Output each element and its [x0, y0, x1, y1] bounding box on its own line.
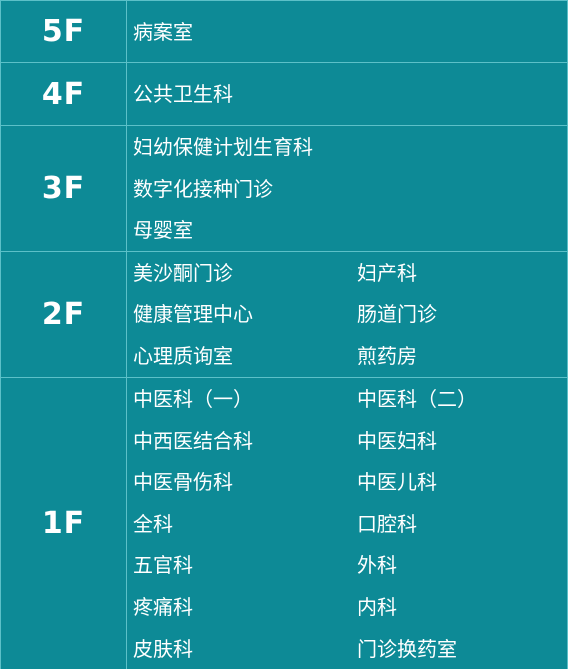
floor-row-5f: 5F 病案室 [0, 0, 568, 63]
floor-row-1f: 1F 中医科（一） 中医科（二） 中西医结合科 中医妇科 中医骨伤科 中医儿科 … [0, 376, 568, 669]
floor-row-3f: 3F 妇幼保健计划生育科 数字化接种门诊 母婴室 [0, 125, 568, 252]
department-list: 中医科（一） 中医科（二） 中西医结合科 中医妇科 中医骨伤科 中医儿科 全科 … [126, 376, 568, 669]
department-item: 中西医结合科 [133, 428, 253, 453]
department-item: 肠道门诊 [357, 302, 437, 327]
department-item: 美沙酮门诊 [133, 260, 233, 285]
floor-directory-table: 5F 病案室 4F 公共卫生科 3F 妇幼保健计划生育科 数字化接种门诊 母婴室… [0, 0, 568, 669]
floor-label: 3F [0, 125, 127, 252]
floor-row-2f: 2F 美沙酮门诊 妇产科 健康管理中心 肠道门诊 心理质询室 煎药房 [0, 251, 568, 378]
department-list: 病案室 [126, 0, 568, 63]
department-item: 门诊换药室 [357, 636, 457, 661]
department-item: 数字化接种门诊 [133, 176, 273, 201]
department-item: 五官科 [133, 553, 193, 578]
floor-label: 2F [0, 251, 127, 378]
department-item: 煎药房 [357, 343, 417, 368]
department-list: 妇幼保健计划生育科 数字化接种门诊 母婴室 [126, 125, 568, 252]
floor-label: 4F [0, 62, 127, 126]
department-item: 中医妇科 [357, 428, 437, 453]
floor-label: 5F [0, 0, 127, 63]
department-item: 母婴室 [133, 218, 193, 243]
department-item: 中医科（二） [357, 387, 477, 411]
department-item: 中医儿科 [357, 470, 437, 495]
department-list: 美沙酮门诊 妇产科 健康管理中心 肠道门诊 心理质询室 煎药房 [126, 251, 568, 378]
department-item: 全科 [133, 511, 173, 536]
department-item: 口腔科 [357, 511, 417, 536]
department-item: 健康管理中心 [133, 302, 253, 327]
department-item: 妇产科 [357, 260, 417, 285]
department-item: 心理质询室 [133, 343, 233, 368]
department-item: 皮肤科 [133, 636, 193, 661]
floor-label: 1F [0, 376, 127, 669]
department-item: 中医骨伤科 [133, 470, 233, 495]
department-list: 公共卫生科 [126, 62, 568, 126]
department-item: 内科 [357, 594, 397, 619]
department-item: 外科 [357, 553, 397, 578]
department-item: 中医科（一） [133, 387, 253, 411]
floor-row-4f: 4F 公共卫生科 [0, 62, 568, 126]
department-item: 妇幼保健计划生育科 [133, 134, 313, 159]
department-item: 病案室 [133, 19, 193, 44]
department-item: 疼痛科 [133, 594, 193, 619]
department-item: 公共卫生科 [133, 82, 233, 106]
